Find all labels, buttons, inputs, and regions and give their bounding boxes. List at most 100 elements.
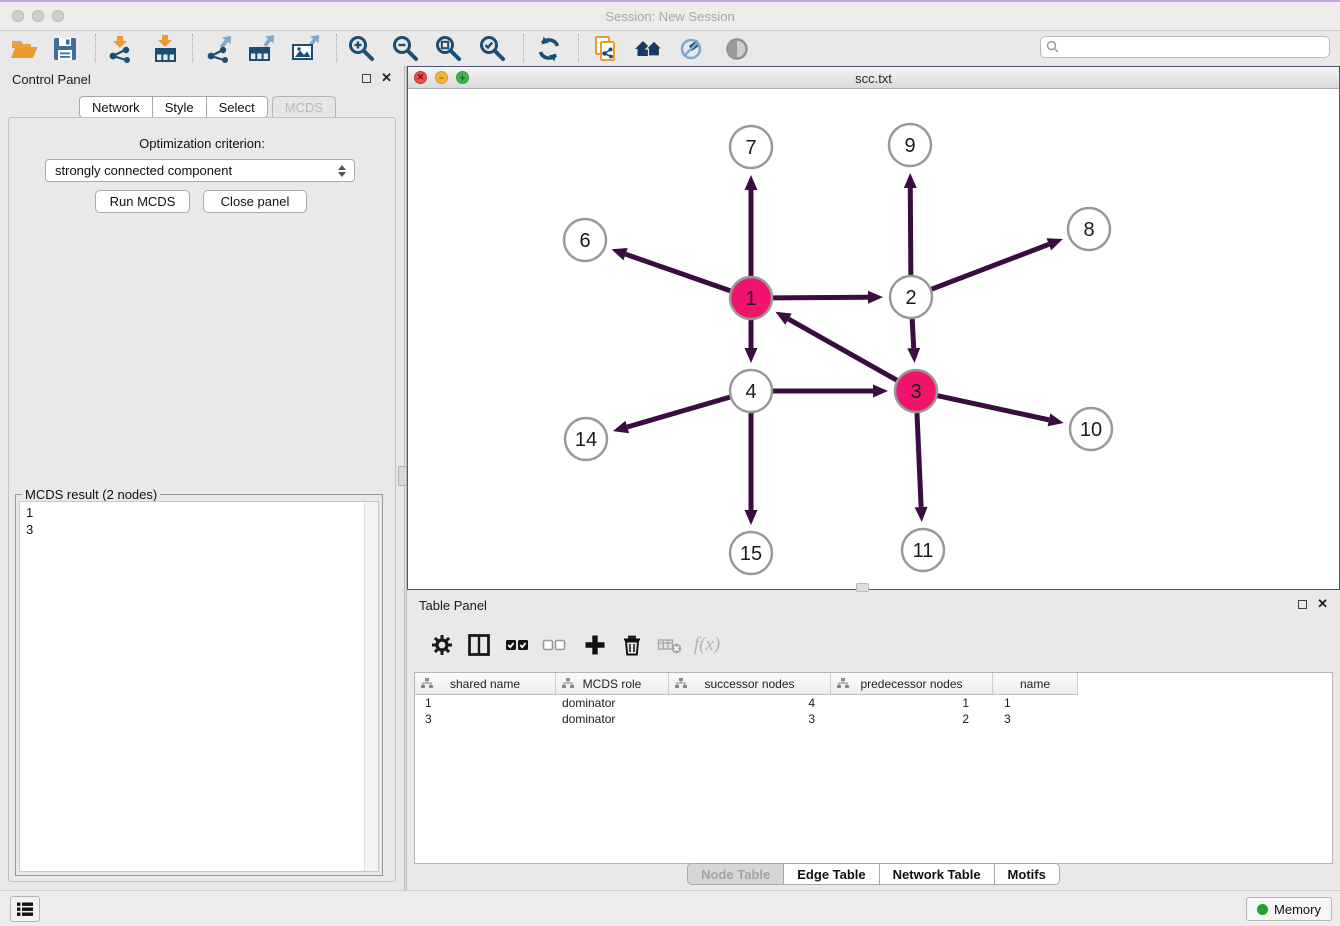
control-panel-title: Control Panel [12,72,91,87]
graph-edge-arrow-1-7 [745,175,758,190]
graph-edge-3-1[interactable] [788,319,896,380]
deselect-all-icon[interactable] [540,630,570,660]
table-row[interactable]: 3dominator323 [415,711,1332,727]
apply-layout-icon[interactable] [532,33,566,65]
table-panel-tabs: Node TableEdge TableNetwork TableMotifs [407,863,1340,885]
criterion-dropdown[interactable]: strongly connected component [45,159,355,182]
mcds-result-group: MCDS result (2 nodes) 13 [15,494,383,876]
table-cell[interactable]: 2 [831,712,993,726]
graph-edge-1-2[interactable] [773,297,868,298]
table-tab-network-table[interactable]: Network Table [880,863,995,885]
table-panel: Table Panel ✕ [407,592,1340,890]
graph-edge-3-11[interactable] [917,413,921,507]
table-row[interactable]: 1dominator411 [415,695,1332,711]
network-canvas[interactable]: 7968124314101511 [408,89,1339,589]
dropdown-stepper-icon [334,165,350,177]
optimization-criterion-label: Optimization criterion: [9,136,395,151]
table-cell[interactable]: 3 [993,712,1078,726]
task-history-button[interactable] [10,896,40,922]
zoom-selected-icon[interactable] [476,33,510,65]
graph-edge-arrow-2-3 [907,348,920,363]
toolbar-separator [578,34,579,62]
delete-icon[interactable] [617,630,647,660]
table-cell[interactable]: dominator [556,712,669,726]
column-header-successor-nodes[interactable]: successor nodes [669,673,831,694]
network-graph[interactable]: 7968124314101511 [408,89,1339,589]
graph-edge-arrow-1-6 [611,248,627,260]
zoom-in-icon[interactable] [345,33,379,65]
control-panel-tab-style[interactable]: Style [153,96,207,118]
window-minimize-button[interactable] [32,10,44,22]
open-file-icon[interactable] [7,33,41,65]
column-header-MCDS-role[interactable]: MCDS role [556,673,669,694]
table-cell[interactable]: dominator [556,696,669,710]
mcds-result-line: 3 [26,521,372,538]
zoom-fit-icon[interactable] [432,33,466,65]
mcds-result-text[interactable]: 13 [19,501,379,872]
export-table-icon[interactable] [244,33,278,65]
table-tab-edge-table[interactable]: Edge Table [784,863,879,885]
import-table-icon[interactable] [148,33,182,65]
table-tab-motifs[interactable]: Motifs [995,863,1060,885]
graph-edge-1-6[interactable] [626,254,731,291]
home-icon[interactable] [632,33,666,65]
graph-edge-2-8[interactable] [932,244,1049,289]
window-close-button[interactable] [12,10,24,22]
graph-edge-2-9[interactable] [910,188,911,275]
graph-node-label-14: 14 [575,429,597,451]
column-header-predecessor-nodes[interactable]: predecessor nodes [831,673,993,694]
close-panel-icon[interactable]: ✕ [381,73,392,83]
table-cell[interactable]: 1 [993,696,1078,710]
add-column-icon[interactable] [580,630,610,660]
memory-button[interactable]: Memory [1246,897,1332,921]
close-panel-button[interactable]: Close panel [203,190,307,213]
clone-network-icon[interactable] [588,33,622,65]
gear-icon[interactable] [427,630,457,660]
table-cell[interactable]: 1 [831,696,993,710]
column-header-name[interactable]: name [993,673,1078,694]
horizontal-splitter-grip[interactable] [856,583,869,592]
hide-graphics-details-icon[interactable] [675,33,709,65]
save-session-icon[interactable] [48,33,82,65]
control-panel-tab-select[interactable]: Select [207,96,268,118]
table-cell[interactable]: 3 [669,712,831,726]
table-panel-header: Table Panel ✕ [407,592,1340,620]
float-panel-icon[interactable] [1298,600,1307,609]
vertical-splitter-grip[interactable] [398,466,407,486]
table-cell[interactable]: 4 [669,696,831,710]
memory-status-icon [1257,904,1268,915]
graph-edge-4-14[interactable] [627,397,730,427]
export-network-icon[interactable] [201,33,235,65]
window-zoom-button[interactable] [52,10,64,22]
export-image-icon[interactable] [288,33,322,65]
birds-eye-view-icon[interactable] [720,33,754,65]
control-panel-tab-network[interactable]: Network [79,96,153,118]
close-panel-icon[interactable]: ✕ [1317,599,1328,609]
select-all-icon[interactable] [503,630,533,660]
search-input[interactable] [1061,39,1325,55]
table-cell[interactable]: 1 [415,696,556,710]
graph-edge-2-3[interactable] [912,319,914,348]
column-selector-icon[interactable] [464,630,494,660]
control-panel: Control Panel ✕ NetworkStyleSelectMCDS O… [0,66,404,890]
zoom-out-icon[interactable] [389,33,423,65]
control-panel-header: Control Panel ✕ [0,66,404,94]
table-tab-node-table[interactable]: Node Table [687,863,784,885]
graph-edge-arrow-1-2 [868,291,883,304]
graph-edge-3-10[interactable] [937,396,1048,420]
graph-node-label-1: 1 [745,288,756,310]
column-header-shared-name[interactable]: shared name [415,673,556,694]
delete-table-icon[interactable] [655,630,685,660]
memory-button-label: Memory [1274,902,1321,917]
import-network-icon[interactable] [103,33,137,65]
mcds-tab-content: Optimization criterion: strongly connect… [8,117,396,882]
float-panel-icon[interactable] [362,74,371,83]
function-builder-icon[interactable]: f(x) [692,630,722,660]
graph-node-label-6: 6 [579,230,590,252]
scrollbar-track[interactable] [364,502,378,871]
run-mcds-button[interactable]: Run MCDS [95,190,190,213]
network-window-title: scc.txt [408,71,1339,86]
toolbar-separator [523,34,524,62]
table-cell[interactable]: 3 [415,712,556,726]
toolbar-separator [336,34,337,62]
